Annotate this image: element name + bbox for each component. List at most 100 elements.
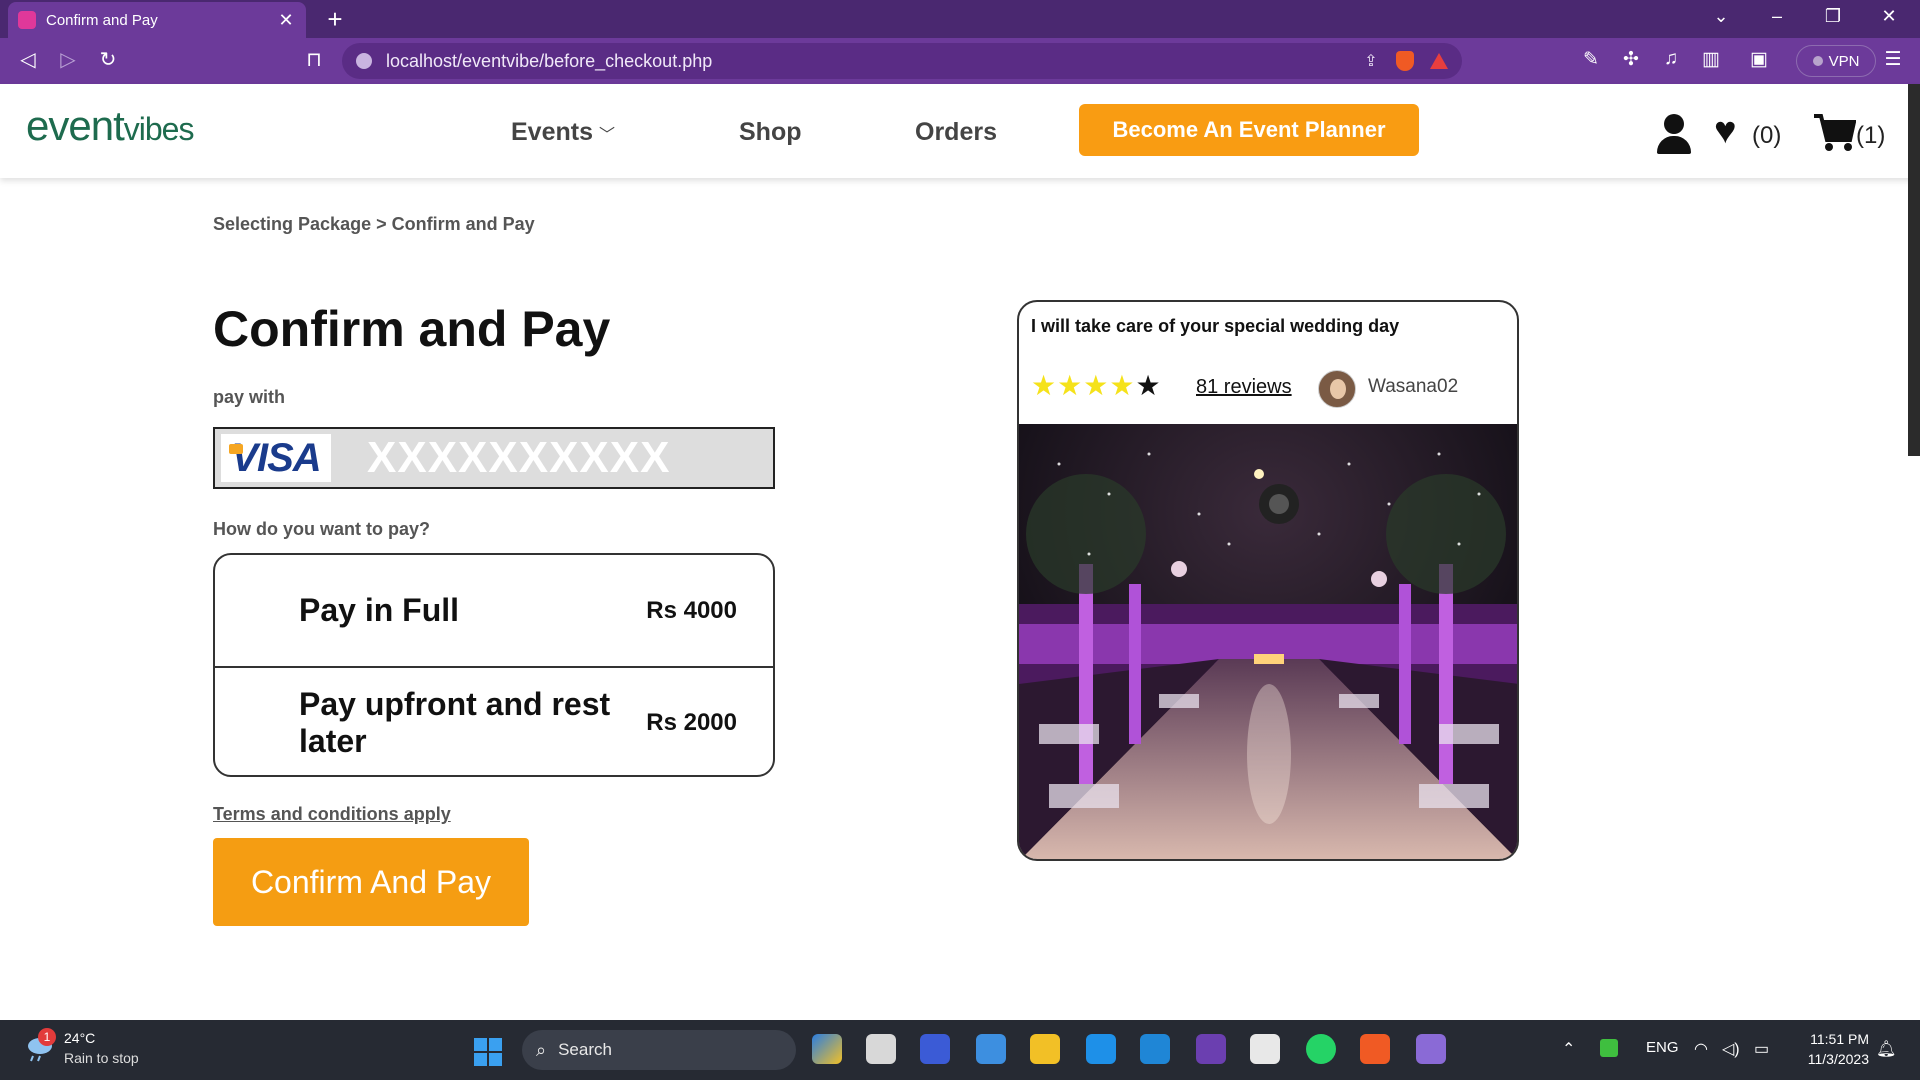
reload-icon[interactable]: ↻	[94, 47, 122, 72]
bookmark-icon[interactable]: ⊓	[300, 47, 328, 72]
tray-overflow-icon[interactable]: ⌃	[1562, 1039, 1575, 1059]
media-app-icon[interactable]	[1416, 1034, 1446, 1064]
become-planner-button[interactable]: Become An Event Planner	[1079, 104, 1419, 156]
search-icon: ⌕	[536, 1039, 547, 1060]
nav-events[interactable]: Events ﹀	[511, 118, 615, 147]
browser-toolbar: ◁ ▷ ↻ ⊓ localhost/eventvibe/before_check…	[0, 38, 1920, 84]
site-logo[interactable]: eventvibes	[26, 102, 195, 150]
site-favicon-icon	[18, 11, 36, 29]
how-to-pay-label: How do you want to pay?	[213, 519, 430, 539]
visual-studio-icon[interactable]	[1196, 1034, 1226, 1064]
start-tile	[474, 1038, 487, 1051]
battery-icon[interactable]: ▭	[1754, 1039, 1769, 1059]
share-icon[interactable]: ⇪	[1360, 51, 1382, 71]
star-rating: ★ ★ ★ ★ ★	[1031, 372, 1162, 400]
tray-app-icon[interactable]	[1600, 1039, 1618, 1057]
task-view-icon[interactable]	[866, 1034, 896, 1064]
restore-icon[interactable]: ❐	[1818, 6, 1848, 27]
menu-icon[interactable]: ☰	[1880, 48, 1906, 71]
close-tab-icon[interactable]: ✕	[276, 10, 296, 31]
forward-icon[interactable]: ▷	[54, 47, 82, 72]
close-window-icon[interactable]: ✕	[1874, 6, 1904, 27]
star-icon: ★	[1135, 370, 1161, 401]
vpn-button[interactable]: VPN	[1796, 45, 1876, 77]
snipping-tool-icon[interactable]	[1250, 1034, 1280, 1064]
pay-with-label: pay with	[213, 387, 286, 407]
media-icon[interactable]: ♫	[1658, 48, 1684, 70]
whatsapp-icon[interactable]	[1306, 1034, 1336, 1064]
browser-tab[interactable]: Confirm and Pay ✕	[8, 2, 306, 38]
nav-orders[interactable]: Orders	[915, 118, 997, 147]
brave-shield-icon[interactable]	[1396, 51, 1414, 71]
vpn-status-icon	[1812, 56, 1823, 66]
weather-notification-badge: 1	[38, 1028, 56, 1046]
terms-link[interactable]: Terms and conditions apply	[213, 804, 451, 825]
card-brand: VISA	[231, 435, 321, 480]
wishlist-count: (0)	[1752, 122, 1782, 149]
clock-date[interactable]: 11/3/2023	[1793, 1051, 1869, 1067]
wallet-icon[interactable]: ▣	[1746, 48, 1772, 71]
url-text[interactable]: localhost/eventvibe/before_checkout.php	[386, 51, 1346, 72]
new-tab-button[interactable]: +	[320, 4, 350, 35]
visa-accent-icon	[229, 444, 243, 454]
cart-glyph	[1814, 114, 1857, 151]
seller-avatar[interactable]	[1318, 370, 1356, 408]
volume-icon[interactable]: ◁)	[1722, 1039, 1740, 1059]
wifi-icon[interactable]: ◠	[1694, 1039, 1708, 1059]
package-title: I will take care of your special wedding…	[1031, 316, 1400, 336]
vscode-icon[interactable]	[1140, 1034, 1170, 1064]
taskbar-search[interactable]: ⌕ Search	[522, 1030, 796, 1070]
pay-option-price: Rs 2000	[646, 708, 737, 736]
code-app-icon[interactable]	[920, 1034, 950, 1064]
pay-option-upfront[interactable]: Pay upfront and rest later Rs 2000	[215, 666, 773, 775]
vpn-label: VPN	[1828, 52, 1860, 70]
extensions-icon[interactable]: ✣	[1618, 48, 1644, 71]
windows-start-icon[interactable]	[474, 1038, 502, 1066]
weather-description[interactable]: Rain to stop	[64, 1050, 139, 1066]
clock-time[interactable]: 11:51 PM	[1803, 1031, 1869, 1047]
logo-sub-text: vibes	[123, 111, 195, 147]
venue-photo	[1019, 424, 1517, 859]
notepad-icon[interactable]	[976, 1034, 1006, 1064]
page-scrollbar[interactable]	[1908, 84, 1920, 456]
app-settings-icon[interactable]	[1086, 1034, 1116, 1064]
breadcrumb[interactable]: Selecting Package > Confirm and Pay	[213, 214, 535, 235]
nav-events-label: Events	[511, 118, 593, 146]
pay-option-label: Pay upfront and rest later	[299, 685, 611, 759]
weather-temperature[interactable]: 24°C	[64, 1030, 95, 1046]
language-indicator[interactable]: ENG	[1646, 1039, 1679, 1056]
avatar-face	[1330, 379, 1346, 399]
star-icon: ★	[1057, 370, 1083, 401]
pay-option-full[interactable]: Pay in Full Rs 4000	[215, 555, 773, 666]
reviews-link[interactable]: 81 reviews	[1196, 376, 1292, 399]
minimize-icon[interactable]: –	[1762, 6, 1792, 27]
file-explorer-icon[interactable]	[1030, 1034, 1060, 1064]
pay-option-label: Pay in Full	[299, 592, 460, 629]
tab-list-chevron-icon[interactable]: ⌄	[1706, 6, 1736, 27]
nav-shop[interactable]: Shop	[739, 118, 802, 147]
wishlist-heart-icon[interactable]: ♥	[1714, 110, 1737, 153]
eyedropper-icon[interactable]: ✎	[1578, 48, 1604, 71]
package-card[interactable]: I will take care of your special wedding…	[1017, 300, 1519, 861]
star-icon: ★	[1083, 370, 1109, 401]
seller-name[interactable]: Wasana02	[1368, 376, 1458, 398]
browser-tab-strip: Confirm and Pay ✕ + ⌄ – ❐ ✕	[0, 0, 1920, 38]
site-info-icon[interactable]	[356, 53, 372, 69]
brave-browser-icon[interactable]	[1360, 1034, 1390, 1064]
star-icon: ★	[1109, 370, 1135, 401]
payment-card-field[interactable]: VISA XXXXXXXXXX	[213, 427, 775, 489]
cart-icon[interactable]	[1812, 112, 1857, 161]
sidebar-icon[interactable]: ▥	[1698, 48, 1724, 71]
account-icon-body	[1657, 136, 1691, 154]
card-number: XXXXXXXXXX	[367, 433, 671, 482]
confirm-and-pay-button[interactable]: Confirm And Pay	[213, 838, 529, 926]
taskbar-search-label: Search	[558, 1040, 612, 1059]
notification-bell-icon[interactable]: 🔔︎	[1876, 1039, 1896, 1059]
payment-options: Pay in Full Rs 4000 Pay upfront and rest…	[213, 553, 775, 777]
brave-rewards-icon[interactable]	[1430, 53, 1448, 69]
address-bar[interactable]: localhost/eventvibe/before_checkout.php …	[342, 43, 1462, 79]
back-icon[interactable]: ◁	[14, 47, 42, 72]
copilot-icon[interactable]	[812, 1034, 842, 1064]
start-tile	[474, 1053, 487, 1066]
start-tile	[489, 1053, 502, 1066]
